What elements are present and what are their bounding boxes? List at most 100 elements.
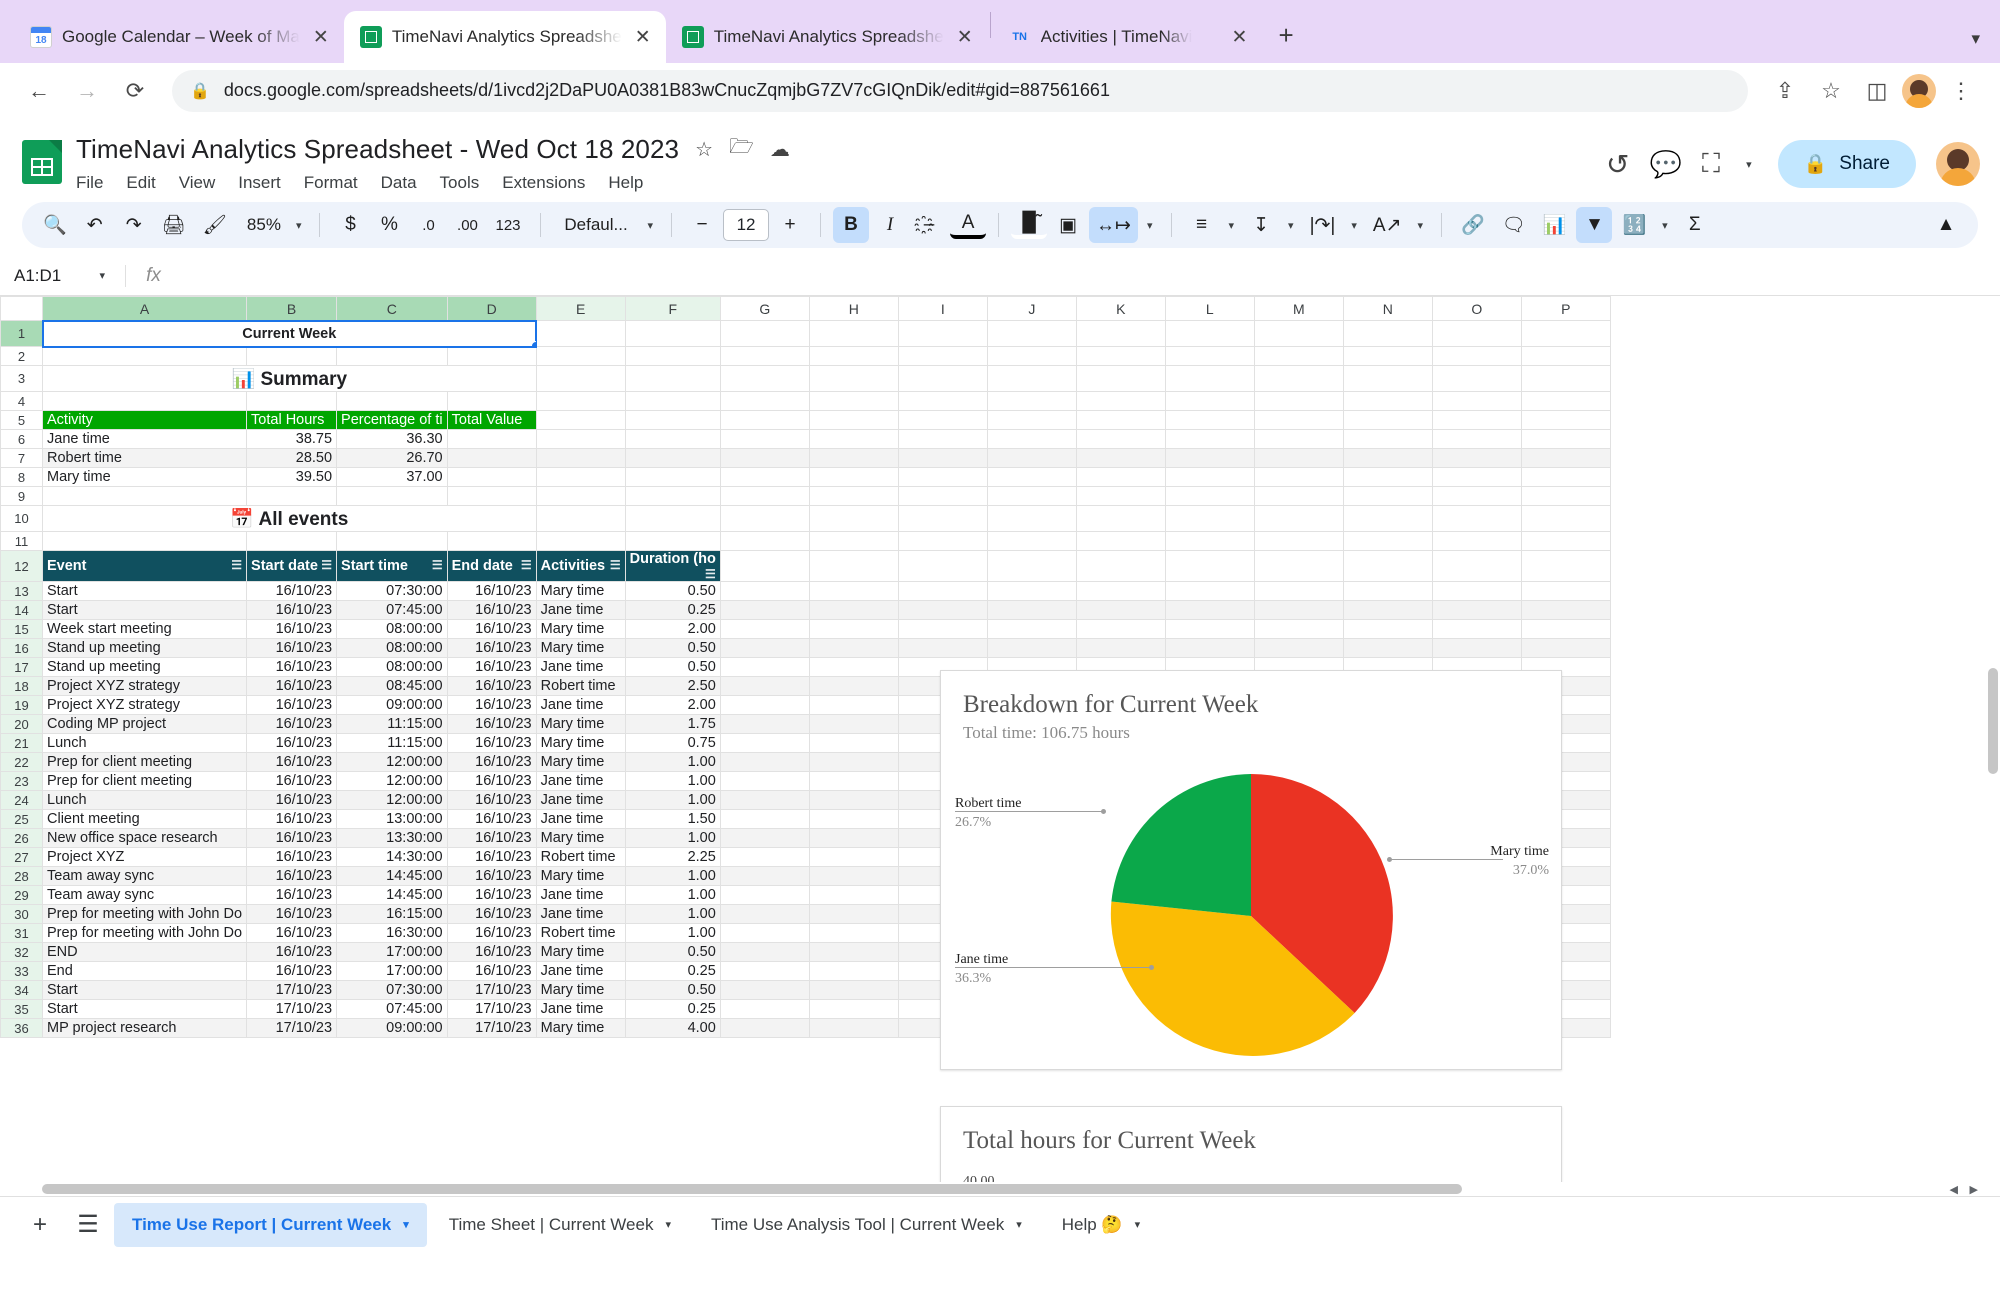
cell-I2[interactable] [897,346,988,366]
cell-E10[interactable] [535,505,626,532]
selection-handle[interactable] [530,341,536,346]
event-cell-start-time[interactable]: 07:30:00 [336,581,448,601]
cell-G23[interactable] [719,771,810,791]
cell-E5[interactable] [535,410,626,430]
event-cell-end-date[interactable]: 16/10/23 [446,752,537,772]
cell-O6[interactable] [1431,429,1522,449]
chevron-down-icon[interactable]: ▾ [1135,1218,1141,1231]
events-header-activities[interactable]: Activities ☰ [535,550,626,582]
cell-C4[interactable] [336,391,448,411]
cell-G14[interactable] [719,600,810,620]
cell-H13[interactable] [808,581,899,601]
event-cell-name[interactable]: Coding MP project [41,714,248,734]
new-tab-button[interactable]: + [1262,20,1309,63]
summary-cell-activity[interactable]: Jane time [41,429,248,449]
event-cell-activity[interactable]: Robert time [535,676,626,696]
cell-P9[interactable] [1520,486,1611,506]
event-cell-start-time[interactable]: 09:00:00 [336,695,448,715]
reload-icon[interactable]: ⟳ [114,70,156,112]
chevron-down-icon[interactable]: ▾ [1223,219,1241,232]
cell-I15[interactable] [897,619,988,639]
scroll-right-icon[interactable]: ▶ [1970,1183,1978,1196]
cell-H29[interactable] [808,885,899,905]
column-header-H[interactable]: H [808,296,899,321]
zoom-level[interactable]: 85% [237,207,287,243]
menu-help[interactable]: Help [608,173,643,193]
cell-H8[interactable] [808,467,899,487]
events-header-end-date[interactable]: End date ☰ [446,550,537,582]
cell-E4[interactable] [535,391,626,411]
borders-icon[interactable]: ▣ [1050,207,1086,243]
event-cell-name[interactable]: Prep for meeting with John Do [41,904,248,924]
cell-G17[interactable] [719,657,810,677]
event-cell-name[interactable]: Team away sync [41,866,248,886]
row-header-13[interactable]: 13 [0,581,43,601]
close-icon[interactable]: ✕ [954,26,976,49]
event-cell-name[interactable]: End [41,961,248,981]
cell-P8[interactable] [1520,467,1611,487]
event-cell-duration[interactable]: 2.00 [624,619,721,639]
summary-cell-hours[interactable]: 28.50 [246,448,338,468]
row-header-32[interactable]: 32 [0,942,43,962]
cell-I10[interactable] [897,505,988,532]
cell-H3[interactable] [808,365,899,392]
event-cell-start-time[interactable]: 08:00:00 [336,638,448,658]
cell-G13[interactable] [719,581,810,601]
event-cell-activity[interactable]: Jane time [535,657,626,677]
event-cell-duration[interactable]: 0.50 [624,980,721,1000]
cell-H25[interactable] [808,809,899,829]
row-header-12[interactable]: 12 [0,550,43,582]
cell-G12[interactable] [719,550,810,582]
cell-J7[interactable] [986,448,1077,468]
cell-I14[interactable] [897,600,988,620]
cell-G10[interactable] [719,505,810,532]
row-header-24[interactable]: 24 [0,790,43,810]
event-cell-end-date[interactable]: 17/10/23 [446,999,537,1019]
menu-tools[interactable]: Tools [440,173,480,193]
event-cell-name[interactable]: Prep for client meeting [41,771,248,791]
undo-icon[interactable]: ↶ [77,207,113,243]
name-box[interactable]: A1:D1 ▾ [0,266,125,286]
cell-B4[interactable] [246,391,338,411]
cell-G28[interactable] [719,866,810,886]
event-cell-start-time[interactable]: 14:30:00 [336,847,448,867]
cell-H23[interactable] [808,771,899,791]
cell-F1[interactable] [624,320,721,347]
event-cell-start-date[interactable]: 17/10/23 [246,1018,338,1038]
event-cell-start-date[interactable]: 16/10/23 [246,733,338,753]
row-header-16[interactable]: 16 [0,638,43,658]
cell-H31[interactable] [808,923,899,943]
cell-O15[interactable] [1431,619,1522,639]
event-cell-start-time[interactable]: 13:00:00 [336,809,448,829]
cell-O5[interactable] [1431,410,1522,430]
cell-M14[interactable] [1253,600,1344,620]
cell-H9[interactable] [808,486,899,506]
event-cell-name[interactable]: Stand up meeting [41,657,248,677]
event-cell-start-date[interactable]: 16/10/23 [246,942,338,962]
cell-D2[interactable] [446,346,537,366]
vertical-scrollbar-thumb[interactable] [1988,668,1998,774]
event-cell-start-time[interactable]: 17:00:00 [336,961,448,981]
row-header-17[interactable]: 17 [0,657,43,677]
column-header-C[interactable]: C [336,296,448,321]
cell-I11[interactable] [897,531,988,551]
cell-I9[interactable] [897,486,988,506]
cell-G34[interactable] [719,980,810,1000]
text-rotation-icon[interactable]: A↗ [1366,207,1409,243]
cell-L13[interactable] [1164,581,1255,601]
event-cell-activity[interactable]: Robert time [535,923,626,943]
cell-F6[interactable] [624,429,721,449]
row-header-15[interactable]: 15 [0,619,43,639]
menu-insert[interactable]: Insert [238,173,281,193]
row-header-28[interactable]: 28 [0,866,43,886]
pie-chart-card[interactable]: Breakdown for Current Week Total time: 1… [940,670,1562,1070]
cell-O3[interactable] [1431,365,1522,392]
row-header-19[interactable]: 19 [0,695,43,715]
column-header-E[interactable]: E [535,296,626,321]
event-cell-end-date[interactable]: 16/10/23 [446,961,537,981]
cell-N1[interactable] [1342,320,1433,347]
cell-D11[interactable] [446,531,537,551]
summary-cell-activity[interactable]: Mary time [41,467,248,487]
cell-H27[interactable] [808,847,899,867]
comment-icon[interactable]: 💬 [1650,149,1682,180]
